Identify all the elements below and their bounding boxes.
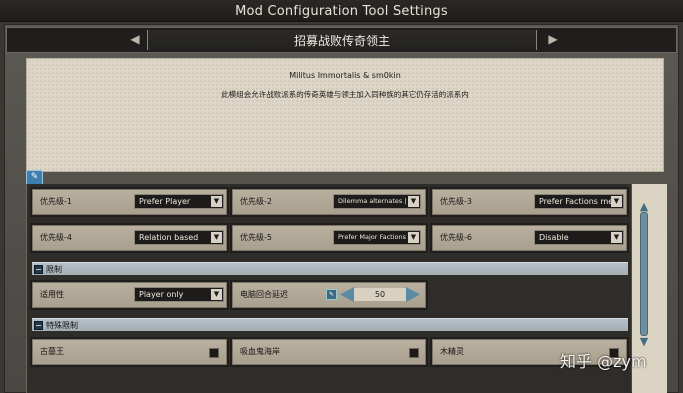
section-limits[interactable]: − 限制 (32, 262, 628, 275)
arrow-down-icon[interactable]: ▼ (637, 336, 651, 348)
priority-5-cell: 优先级-5 Prefer Major Factions ▼ (230, 223, 428, 253)
applicability-value: Player only (139, 290, 184, 299)
priority-1-label: 优先级-1 (40, 197, 72, 206)
window-titlebar: Mod Configuration Tool Settings (0, 0, 683, 22)
caret-down-icon: ▼ (211, 232, 222, 243)
priority-4-cell: 优先级-4 Relation based ▼ (30, 223, 229, 253)
special-3-label: 木精灵 (440, 347, 464, 356)
priority-2-value: Dilemma alternates | --- (338, 197, 416, 205)
priority-3-value: Prefer Factions met (539, 197, 617, 206)
window-title: Mod Configuration Tool Settings (235, 4, 448, 19)
scrollbar-thumb[interactable] (640, 212, 648, 336)
priority-5-dropdown[interactable]: Prefer Major Factions ▼ (333, 230, 421, 245)
ai-turn-delay-label: 电脑回合延迟 (240, 290, 288, 299)
priority-1-cell: 优先级-1 Prefer Player ▼ (30, 187, 229, 217)
increment-arrow-icon[interactable] (406, 287, 420, 302)
pencil-icon[interactable]: ✎ (326, 289, 337, 300)
caret-down-icon: ▼ (408, 196, 419, 207)
back-arrow-icon[interactable]: ◀ (127, 32, 143, 46)
priority-2-dropdown[interactable]: Dilemma alternates | --- ▼ (333, 194, 421, 209)
priority-5-label: 优先级-5 (240, 233, 272, 242)
forward-arrow-icon[interactable]: ▶ (545, 32, 561, 46)
mod-header-bar: ◀ 招募战败传奇领主 ▶ (6, 27, 677, 53)
caret-down-icon: ▼ (211, 196, 222, 207)
priority-3-label: 优先级-3 (440, 197, 472, 206)
pencil-icon[interactable]: ✎ (26, 170, 43, 185)
caret-down-icon: ▼ (611, 232, 622, 243)
caret-down-icon: ▼ (211, 289, 222, 300)
section-limits-label: 限制 (46, 265, 62, 274)
section-special[interactable]: − 特殊限制 (32, 318, 628, 331)
ai-turn-delay-stepper[interactable]: ✎ 50 (326, 286, 422, 303)
applicability-dropdown[interactable]: Player only ▼ (134, 287, 224, 302)
priority-1-dropdown[interactable]: Prefer Player ▼ (134, 194, 224, 209)
mod-description: 此模组会允许战败派系的传奇英雄与领主加入同种族的其它仍存活的派系内 (221, 90, 469, 99)
priority-5-value: Prefer Major Factions (338, 233, 407, 241)
priority-1-value: Prefer Player (139, 197, 191, 206)
priority-4-value: Relation based (139, 233, 199, 242)
description-panel: Militus Immortalis & sm0kin 此模组会允许战败派系的传… (26, 58, 664, 172)
special-2-checkbox[interactable] (409, 348, 419, 358)
mod-title-box: 招募战败传奇领主 (147, 30, 537, 50)
caret-down-icon: ▼ (408, 232, 419, 243)
priority-6-label: 优先级-6 (440, 233, 472, 242)
applicability-cell: 适用性 Player only ▼ (30, 280, 229, 310)
applicability-label: 适用性 (40, 290, 64, 299)
mod-authors: Militus Immortalis & sm0kin (289, 71, 401, 80)
priority-4-label: 优先级-4 (40, 233, 72, 242)
mod-title: 招募战败传奇领主 (293, 34, 390, 48)
priority-6-cell: 优先级-6 Disable ▼ (430, 223, 629, 253)
special-1-checkbox[interactable] (209, 348, 219, 358)
caret-down-icon: ▼ (611, 196, 622, 207)
priority-6-value: Disable (539, 233, 569, 242)
special-1-cell: 古墓王 (30, 337, 229, 367)
decrement-arrow-icon[interactable] (340, 287, 354, 302)
collapse-icon[interactable]: − (34, 321, 43, 330)
watermark: 知乎 @zym (560, 352, 647, 371)
special-2-cell: 吸血鬼海岸 (230, 337, 428, 367)
ai-turn-delay-value[interactable]: 50 (354, 288, 406, 301)
priority-2-cell: 优先级-2 Dilemma alternates | --- ▼ (230, 187, 428, 217)
priority-4-dropdown[interactable]: Relation based ▼ (134, 230, 224, 245)
priority-2-label: 优先级-2 (240, 197, 272, 206)
ai-turn-delay-cell: 电脑回合延迟 ✎ 50 (230, 280, 428, 310)
section-special-label: 特殊限制 (46, 321, 78, 330)
priority-3-dropdown[interactable]: Prefer Factions met ▼ (534, 194, 624, 209)
priority-3-cell: 优先级-3 Prefer Factions met ▼ (430, 187, 629, 217)
special-2-label: 吸血鬼海岸 (240, 347, 280, 356)
collapse-icon[interactable]: − (34, 265, 43, 274)
special-1-label: 古墓王 (40, 347, 64, 356)
priority-6-dropdown[interactable]: Disable ▼ (534, 230, 624, 245)
